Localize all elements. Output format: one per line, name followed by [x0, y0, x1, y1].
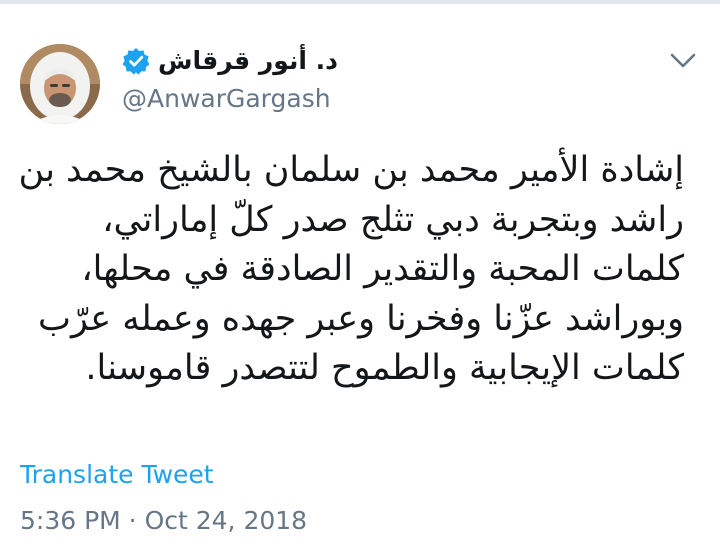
tweet-line: راشد وبتجربة دبي تثلج صدر كلّ إماراتي، — [102, 199, 684, 240]
author-display-name[interactable]: د. أنور قرقاش — [158, 46, 338, 75]
avatar[interactable] — [20, 44, 100, 124]
tweet-line: كلمات الإيجابية والطموح لتتصدر قاموسنا. — [85, 348, 684, 388]
author-handle[interactable]: @AnwarGargash — [122, 84, 331, 113]
tweet-timestamp[interactable]: 5:36 PM · Oct 24, 2018 — [20, 506, 307, 535]
chevron-down-icon[interactable] — [670, 52, 696, 70]
tweet-text: إشادة الأمير محمد بن سلمان بالشيخ محمد ب… — [18, 146, 684, 394]
verified-badge-icon — [122, 47, 150, 75]
top-divider — [0, 0, 720, 4]
tweet-line: وبوراشد عزّنا وفخرنا وعبر جهده وعمله عرّ… — [38, 298, 684, 339]
translate-tweet-link[interactable]: Translate Tweet — [20, 460, 214, 489]
tweet-line: كلمات المحبة والتقدير الصادقة في محلها، — [81, 249, 684, 289]
author-name-row[interactable]: د. أنور قرقاش — [122, 46, 338, 75]
tweet-line: إشادة الأمير محمد بن سلمان بالشيخ محمد ب… — [18, 150, 684, 190]
avatar-image — [20, 44, 100, 124]
